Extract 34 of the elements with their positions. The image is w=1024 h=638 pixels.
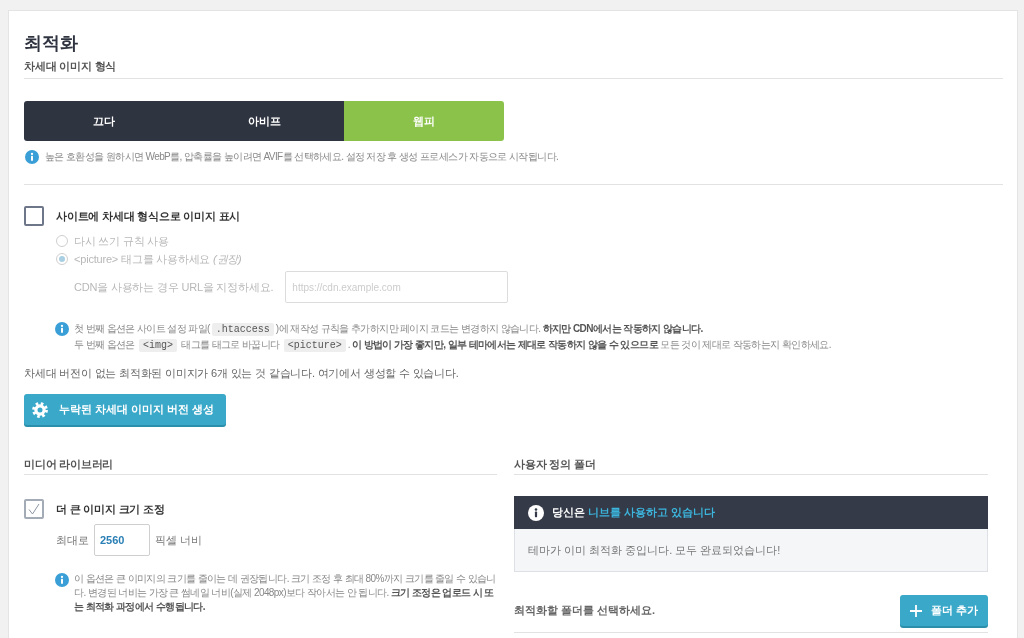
generate-button[interactable]: 누락된 차세대 이미지 버전 생성: [24, 394, 227, 425]
folder-prompt: 최적화할 폴더를 선택하세요.: [514, 603, 656, 618]
info-icon: [55, 322, 69, 336]
info-icon: [25, 150, 39, 164]
option-label: <picture> 태그를 사용하세요 (권장): [74, 252, 242, 267]
option-label: 다시 쓰기 규칙 사용: [74, 234, 169, 249]
field-label: 최대로: [56, 532, 89, 548]
add-folder-button[interactable]: 폴더 추가: [900, 595, 988, 626]
checkmark-icon: [28, 503, 40, 515]
info-icon: [55, 573, 69, 587]
notice-text: 테마가 이미 최적화 중입니다. 모두 완료되었습니다!: [528, 542, 781, 558]
checkbox[interactable]: [24, 499, 44, 519]
theme-link[interactable]: 니브를 사용하고 있습니다: [588, 506, 716, 518]
format-tab[interactable]: 아비프: [184, 101, 344, 141]
plus-icon: [909, 604, 922, 617]
notice-title: 당신은 니브를 사용하고 있습니다: [552, 505, 716, 520]
width-input-field[interactable]: 2560: [94, 524, 150, 556]
section-heading: 차세대 이미지 형식: [24, 60, 117, 72]
page-title: 최적화: [24, 32, 78, 55]
checkbox[interactable]: [24, 206, 44, 226]
info-icon: [528, 504, 544, 521]
format-tab[interactable]: 끄다: [24, 101, 184, 141]
gear-icon: [32, 401, 48, 418]
section-heading: 사용자 정의 폴더: [514, 458, 596, 470]
hint-text: 높은 호환성을 원하시면 WebP를, 압축률을 높이려면 AVIF를 선택하세요. 설정 저장 후 생성 프로세스가 자동으로 시작됩니다.: [45, 150, 559, 164]
checkbox-label: 사이트에 차세대 형식으로 이미지 표시: [56, 209, 241, 224]
info-text: 첫 번째 옵션은 사이트 설정 파일( .htaccess )에 재작성 규칙을 추가하지만 페이지 코드는 변경하지 않습니다. 하지만 CDN에서는 작동하지 않습니다.: [74, 322, 704, 337]
checkbox-label: 더 큰 이미지 크기 조정: [56, 502, 165, 517]
status-message: 차세대 버전이 없는 최적화된 이미지가 6개 있는 것 같습니다. 여기에서 생성할 수 있습니다.: [24, 366, 460, 381]
field-label: CDN을 사용하는 경우 URL을 지정하세요.: [74, 279, 274, 295]
unit-label: 픽셀 너비: [155, 532, 203, 548]
section-heading: 미디어 라이브러리: [24, 458, 114, 470]
info-text: 두 번째 옵션은 <img> 태그를 태그로 바꿉니다 <picture> . 이 방법이 가장 좋지만, 일부 테마에서는 제대로 작동하지 않을 수 있으므로 모든 것이 제대로 작동하는지 확인하세요.: [74, 338, 831, 353]
info-text: 이 옵션은 큰 이미지의 크기를 줄이는 데 권장됩니다. 크기 조정 후 최대 80%까지 크기를 줄일 수 있습니다. 변경된 너비는 가장 큰 썸네일 너비(실제 2048px)보다 작아서는 안 됩니다. 크기 조정은 업로드 시 또는 최적화 과정에서 수행됩니다.: [74, 572, 497, 614]
